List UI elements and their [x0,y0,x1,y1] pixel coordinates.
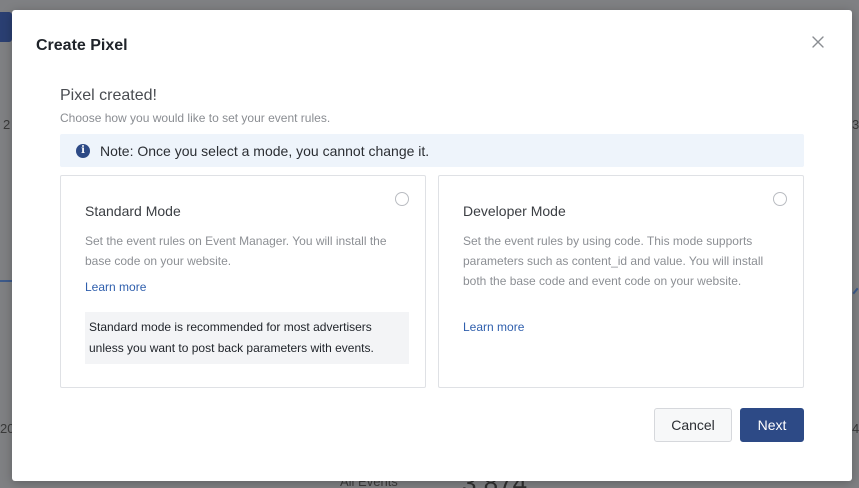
event-rules-subheading: Choose how you would like to set your ev… [60,111,331,125]
background-axis-label: 2 [3,117,11,132]
background-axis-label: 3 [852,117,859,132]
standard-mode-title: Standard Mode [85,203,181,219]
mode-note-banner: i Note: Once you select a mode, you cann… [60,134,804,167]
developer-mode-description: Set the event rules by using code. This … [463,234,764,288]
close-button[interactable] [810,34,826,50]
developer-mode-radio[interactable] [773,192,787,206]
close-icon [812,36,824,48]
background-chart-line [0,280,12,282]
developer-learn-more-link[interactable]: Learn more [463,320,524,334]
create-pixel-modal: Create Pixel Pixel created! Choose how y… [12,10,852,481]
developer-mode-title: Developer Mode [463,203,566,219]
next-button[interactable]: Next [740,408,804,442]
standard-mode-radio[interactable] [395,192,409,206]
developer-mode-card[interactable]: Developer Mode Set the event rules by us… [438,175,804,388]
info-icon: i [76,143,90,158]
background-chart-line [852,287,859,295]
modal-title: Create Pixel [36,37,128,54]
pixel-created-heading: Pixel created! [60,87,157,104]
background-button [0,12,12,42]
standard-mode-recommendation: Standard mode is recommended for most ad… [85,312,409,364]
standard-learn-more-link[interactable]: Learn more [85,280,146,294]
background-axis-label: 4 [852,421,859,436]
standard-mode-description: Set the event rules on Event Manager. Yo… [85,234,387,268]
standard-mode-card[interactable]: Standard Mode Set the event rules on Eve… [60,175,426,388]
cancel-button[interactable]: Cancel [654,408,732,442]
note-text: Note: Once you select a mode, you cannot… [100,142,430,159]
